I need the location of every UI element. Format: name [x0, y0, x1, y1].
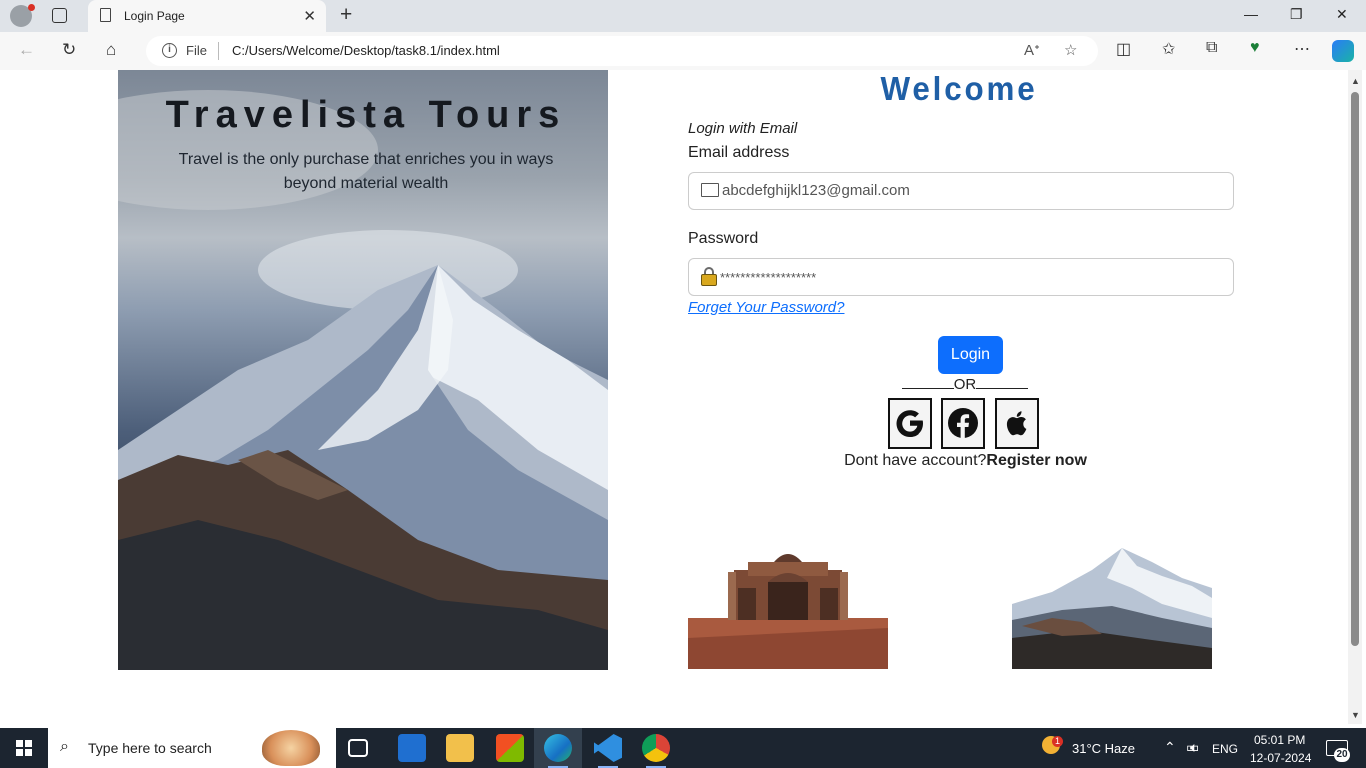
browser-essentials-icon[interactable]: ♥: [1250, 39, 1260, 57]
clock-time[interactable]: 05:01 PM: [1254, 733, 1305, 747]
split-screen-icon[interactable]: ◫: [1116, 39, 1131, 59]
language-indicator[interactable]: ENG: [1212, 742, 1238, 756]
clock-date[interactable]: 12-07-2024: [1250, 751, 1311, 765]
notification-count: 20: [1334, 748, 1350, 762]
search-placeholder: Type here to search: [88, 740, 212, 756]
mountain-photo: [1012, 548, 1212, 669]
restore-button[interactable]: ❐: [1290, 6, 1303, 23]
register-prompt-text: Dont have account?: [844, 452, 987, 469]
or-divider: OR: [898, 376, 1032, 393]
hero-title: Travelista Tours: [165, 94, 567, 136]
more-menu-icon[interactable]: ⋯: [1294, 39, 1310, 59]
scroll-thumb[interactable]: [1351, 92, 1359, 646]
google-login-button[interactable]: [888, 398, 932, 449]
weather-text[interactable]: 31°C Haze: [1072, 741, 1135, 756]
tab-login-page[interactable]: Login Page ✕: [88, 0, 326, 32]
tray-chevron-icon[interactable]: ⌃: [1164, 739, 1176, 756]
url-text[interactable]: C:/Users/Welcome/Desktop/task8.1/index.h…: [232, 43, 500, 58]
welcome-heading: Welcome: [880, 70, 1038, 107]
or-text: OR: [953, 376, 977, 393]
envelope-icon: [701, 183, 719, 197]
read-aloud-icon[interactable]: Aᐩ: [1024, 41, 1040, 59]
forget-password-link[interactable]: Forget Your Password?: [688, 299, 844, 316]
password-label: Password: [688, 230, 759, 247]
email-field[interactable]: abcdefghijkl123@gmail.com: [688, 172, 1234, 210]
store-icon[interactable]: [496, 734, 524, 762]
apple-icon: [1006, 411, 1027, 436]
windows-taskbar: ⌕ Type here to search: [0, 728, 1366, 768]
close-window-button[interactable]: ✕: [1336, 6, 1348, 23]
google-icon: [896, 410, 923, 437]
monument-illustration: [688, 548, 888, 669]
info-icon[interactable]: i: [162, 43, 177, 58]
facebook-login-button[interactable]: [941, 398, 985, 449]
hero-image: Travelista Tours Travel is the only purc…: [118, 70, 608, 670]
tab-title: Login Page: [124, 9, 185, 23]
profile-notification-dot: [28, 4, 35, 11]
address-bar[interactable]: i File C:/Users/Welcome/Desktop/task8.1/…: [146, 36, 1098, 66]
home-icon[interactable]: ⌂: [106, 40, 116, 60]
weather-badge: 1: [1052, 736, 1063, 747]
back-icon[interactable]: ←: [18, 40, 35, 60]
mail-icon[interactable]: [398, 734, 426, 762]
apple-login-button[interactable]: [995, 398, 1039, 449]
copilot-icon[interactable]: [1332, 40, 1354, 62]
task-view-icon[interactable]: [348, 739, 368, 757]
login-button[interactable]: Login: [938, 336, 1003, 374]
scroll-down-icon[interactable]: ▼: [1351, 710, 1360, 720]
tab-actions-icon[interactable]: [52, 8, 67, 23]
vscode-icon[interactable]: [594, 734, 622, 762]
chrome-icon[interactable]: [642, 734, 670, 762]
search-icon: ⌕: [60, 738, 69, 755]
refresh-icon[interactable]: ↻: [62, 40, 76, 60]
address-scheme-label: File: [186, 43, 207, 58]
small-mountain-illustration: [1012, 548, 1212, 669]
password-field[interactable]: *******************: [688, 258, 1234, 296]
page-icon: [100, 8, 111, 22]
windows-start-icon[interactable]: [16, 740, 32, 756]
email-value: abcdefghijkl123@gmail.com: [722, 182, 910, 199]
browser-titlebar: Login Page ✕ + — ❐ ✕: [0, 0, 1366, 32]
tab-close-icon[interactable]: ✕: [303, 7, 316, 25]
search-highlight-shell-icon[interactable]: [262, 730, 320, 766]
facebook-icon: [948, 408, 978, 438]
page-scrollbar[interactable]: ▲ ▼: [1348, 70, 1362, 724]
volume-icon[interactable]: 🔈︎: [1190, 739, 1198, 756]
email-label: Email address: [688, 144, 790, 161]
login-with-email-label: Login with Email: [688, 120, 798, 137]
hero-subtitle: Travel is the only purchase that enriche…: [178, 151, 554, 192]
monument-photo: [688, 548, 888, 669]
register-link[interactable]: Register now: [986, 452, 1086, 469]
lock-icon: [701, 267, 717, 287]
favorite-star-icon[interactable]: ☆: [1064, 41, 1077, 59]
page-viewport: Travelista Tours Travel is the only purc…: [4, 70, 1348, 724]
browser-toolbar: ← ↻ ⌂ i File C:/Users/Welcome/Desktop/ta…: [0, 32, 1366, 70]
collections-icon[interactable]: ⧉: [1206, 39, 1217, 57]
file-explorer-icon[interactable]: [446, 734, 474, 762]
favorites-icon[interactable]: ✩: [1162, 39, 1175, 59]
new-tab-button[interactable]: +: [340, 3, 352, 27]
address-divider: [218, 42, 219, 60]
scroll-up-icon[interactable]: ▲: [1351, 76, 1360, 86]
password-value: *******************: [720, 270, 817, 285]
edge-icon[interactable]: [544, 734, 572, 762]
register-prompt: Dont have account?Register now: [688, 452, 1243, 470]
minimize-button[interactable]: —: [1244, 6, 1258, 22]
